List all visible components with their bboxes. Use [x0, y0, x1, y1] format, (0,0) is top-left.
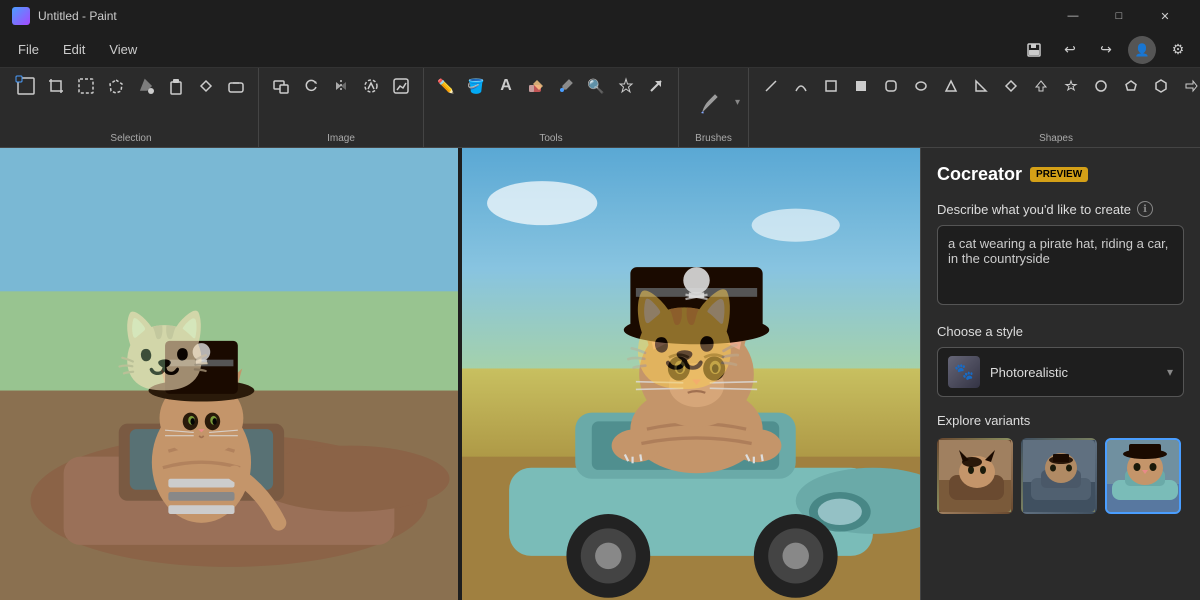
- shape-hexagon[interactable]: [1147, 72, 1175, 100]
- image-tools: [267, 72, 415, 133]
- ribbon: Selection: [0, 68, 1200, 148]
- tools-label: Tools: [539, 133, 562, 147]
- canvas-content: [0, 148, 920, 600]
- arrow-button[interactable]: [642, 72, 670, 100]
- canvas-image-right: [462, 148, 920, 600]
- tools-group: ✏️ 🪣 A 🔍: [424, 68, 679, 147]
- variant-3[interactable]: [1105, 438, 1181, 514]
- brushes-tools: ▾: [687, 72, 740, 133]
- brushes-label: Brushes: [695, 133, 732, 147]
- maximize-button[interactable]: □: [1096, 0, 1142, 32]
- prompt-textarea[interactable]: [937, 225, 1184, 305]
- undo-button[interactable]: ↩: [1056, 36, 1084, 64]
- work-area: Cocreator PREVIEW Describe what you'd li…: [0, 148, 1200, 600]
- redo-button[interactable]: ↪: [1092, 36, 1120, 64]
- shape-arrow-up[interactable]: [1027, 72, 1055, 100]
- save-button[interactable]: [1020, 36, 1048, 64]
- style-name: Photorealistic: [990, 365, 1157, 380]
- brush-selector[interactable]: [687, 89, 731, 117]
- shape-triangle[interactable]: [937, 72, 965, 100]
- describe-label: Describe what you'd like to create: [937, 202, 1131, 217]
- variant-2[interactable]: [1021, 438, 1097, 514]
- app-icon: [12, 7, 30, 25]
- rotate-button[interactable]: [297, 72, 325, 100]
- pencil-button[interactable]: ✏️: [432, 72, 460, 100]
- minimize-button[interactable]: —: [1050, 0, 1096, 32]
- title-bar: Untitled - Paint — □ ✕: [0, 0, 1200, 32]
- menu-edit[interactable]: Edit: [53, 38, 95, 61]
- style-chevron-icon: ▾: [1167, 365, 1173, 379]
- shapes-label: Shapes: [1039, 133, 1073, 147]
- shape-arrow-right[interactable]: [1177, 72, 1200, 100]
- variants-grid: [937, 438, 1184, 514]
- info-icon[interactable]: ℹ: [1137, 201, 1153, 217]
- eraser-button[interactable]: [522, 72, 550, 100]
- describe-label-row: Describe what you'd like to create ℹ: [937, 201, 1184, 217]
- brush-dropdown[interactable]: ▾: [735, 97, 740, 108]
- bg-remove-button[interactable]: [357, 72, 385, 100]
- shape-pentagon[interactable]: [1117, 72, 1145, 100]
- style-icon: 🐾: [948, 356, 980, 388]
- selection-tools: [12, 72, 250, 133]
- tools-list: ✏️ 🪣 A 🔍: [432, 72, 670, 133]
- cocreator-header: Cocreator PREVIEW: [937, 164, 1184, 185]
- preview-badge: PREVIEW: [1030, 167, 1088, 182]
- title-left: Untitled - Paint: [12, 7, 117, 25]
- shape-circle[interactable]: [1087, 72, 1115, 100]
- shape-rounded-rect[interactable]: [877, 72, 905, 100]
- image-label: Image: [327, 133, 355, 147]
- selection-label: Selection: [110, 133, 151, 147]
- title-text: Untitled - Paint: [38, 9, 117, 23]
- select-rect-button[interactable]: [72, 72, 100, 100]
- shapes-tools: [757, 72, 1200, 133]
- resize-button[interactable]: [267, 72, 295, 100]
- cocreator-panel: Cocreator PREVIEW Describe what you'd li…: [920, 148, 1200, 600]
- menu-view[interactable]: View: [99, 38, 147, 61]
- menu-bar: File Edit View ↩ ↪ 👤 ⚙: [0, 32, 1200, 68]
- paste-button[interactable]: [162, 72, 190, 100]
- fill-tool-button[interactable]: 🪣: [462, 72, 490, 100]
- image-group: Image: [259, 68, 424, 147]
- brushes-group: ▾ Brushes: [679, 68, 749, 147]
- shape-rect[interactable]: [817, 72, 845, 100]
- text-button[interactable]: A: [492, 72, 520, 100]
- canvas-image-left: [0, 148, 458, 600]
- transform-button[interactable]: [192, 72, 220, 100]
- magic-select-button[interactable]: [612, 72, 640, 100]
- shape-curve[interactable]: [787, 72, 815, 100]
- shape-pencil[interactable]: [757, 72, 785, 100]
- close-button[interactable]: ✕: [1142, 0, 1188, 32]
- dropper-button[interactable]: [552, 72, 580, 100]
- style-label: Choose a style: [937, 324, 1184, 339]
- fill-button[interactable]: [132, 72, 160, 100]
- zoom-button[interactable]: 🔍: [582, 72, 610, 100]
- eraser-bg-button[interactable]: [222, 72, 250, 100]
- canvas-button[interactable]: [12, 72, 40, 100]
- image-enhance-button[interactable]: [387, 72, 415, 100]
- profile-button[interactable]: 👤: [1128, 36, 1156, 64]
- selection-group: Selection: [4, 68, 259, 147]
- variant-1[interactable]: [937, 438, 1013, 514]
- shape-right-tri[interactable]: [967, 72, 995, 100]
- window-controls: — □ ✕: [1050, 0, 1188, 32]
- cocreator-title: Cocreator: [937, 164, 1022, 185]
- shape-star[interactable]: [1057, 72, 1085, 100]
- variants-label: Explore variants: [937, 413, 1184, 428]
- flip-button[interactable]: [327, 72, 355, 100]
- menu-file[interactable]: File: [8, 38, 49, 61]
- crop-button[interactable]: [42, 72, 70, 100]
- shape-diamond[interactable]: [997, 72, 1025, 100]
- main-canvas[interactable]: [0, 148, 920, 600]
- shapes-group: Shapes: [749, 68, 1200, 147]
- select-free-button[interactable]: [102, 72, 130, 100]
- shape-rect-fill[interactable]: [847, 72, 875, 100]
- shape-ellipse[interactable]: [907, 72, 935, 100]
- menu-right: ↩ ↪ 👤 ⚙: [1020, 36, 1192, 64]
- style-selector[interactable]: 🐾 Photorealistic ▾: [937, 347, 1184, 397]
- settings-button[interactable]: ⚙: [1164, 36, 1192, 64]
